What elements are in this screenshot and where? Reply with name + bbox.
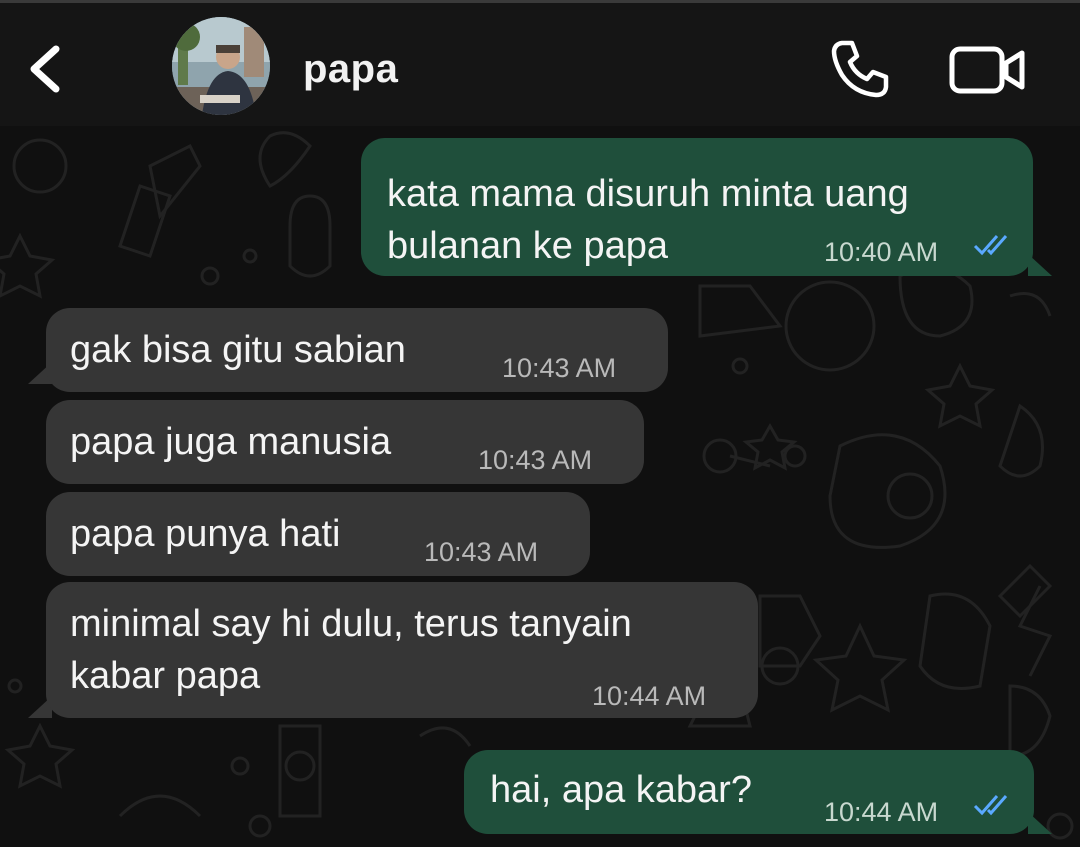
chevron-left-icon[interactable] — [22, 39, 72, 99]
contact-name[interactable]: papa — [303, 47, 398, 92]
double-check-read-icon — [973, 795, 1008, 816]
message-text: papa punya hati — [70, 513, 341, 555]
message-bubble-outgoing[interactable]: kata mama disuruh minta uang bulanan ke … — [361, 138, 1033, 276]
phone-icon[interactable] — [828, 37, 892, 101]
message-text: papa juga manusia — [70, 421, 392, 463]
double-check-read-icon — [973, 235, 1008, 256]
message-bubble-outgoing[interactable]: hai, apa kabar? 10:44 AM — [464, 750, 1034, 834]
message-time: 10:44 AM — [592, 681, 707, 711]
message-time: 10:43 AM — [502, 353, 617, 383]
message-time: 10:43 AM — [478, 445, 593, 475]
message-text: minimal say hi dulu, terus tanyain kabar… — [70, 603, 632, 697]
bubble-tail — [1028, 812, 1052, 834]
message-text: gak bisa gitu sabian — [70, 329, 406, 371]
message-time: 10:44 AM — [824, 797, 939, 827]
message-bubble-incoming[interactable]: minimal say hi dulu, terus tanyain kabar… — [46, 582, 758, 718]
message-bubble-incoming[interactable]: papa punya hati 10:43 AM — [46, 492, 590, 576]
message-bubble-incoming[interactable]: gak bisa gitu sabian 10:43 AM — [46, 308, 668, 392]
chat-area[interactable]: kata mama disuruh minta uang bulanan ke … — [0, 126, 1080, 847]
video-camera-icon[interactable] — [948, 43, 1028, 97]
chat-header: papa — [0, 0, 1080, 126]
message-bubble-incoming[interactable]: papa juga manusia 10:43 AM — [46, 400, 644, 484]
message-text: hai, apa kabar? — [490, 769, 752, 811]
bubble-tail — [1028, 254, 1052, 276]
message-time: 10:43 AM — [424, 537, 539, 567]
message-time: 10:40 AM — [824, 237, 939, 267]
avatar-photo — [172, 17, 270, 115]
avatar[interactable] — [172, 17, 270, 115]
